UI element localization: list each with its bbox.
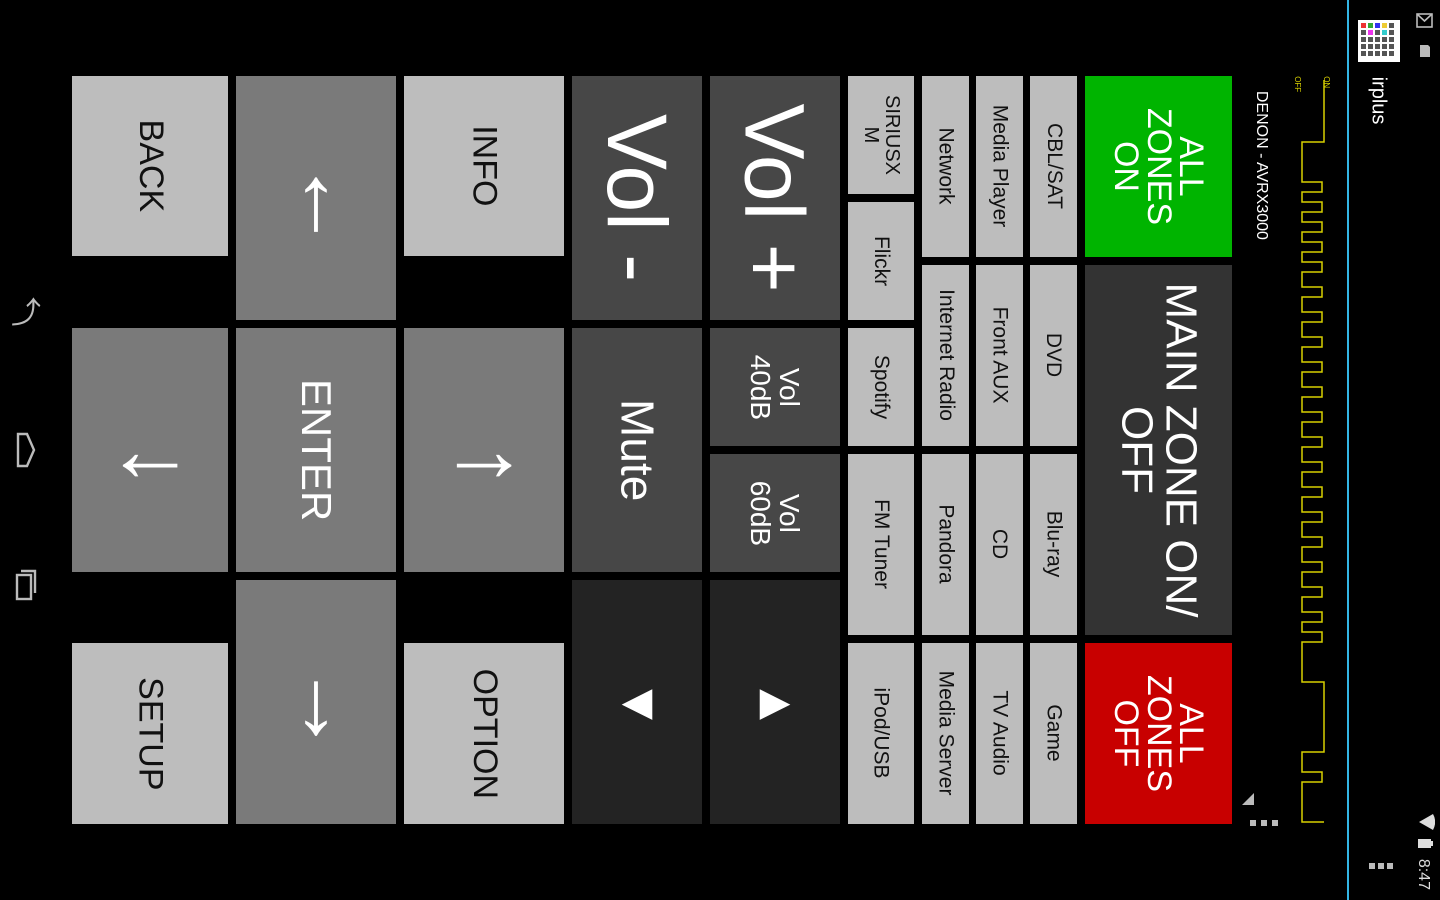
source-tv-audio-button[interactable]: TV Audio	[976, 643, 1023, 824]
triangle-left-icon: ◀	[621, 680, 653, 724]
android-home-icon[interactable]	[6, 428, 46, 472]
source-flickr-button[interactable]: Flickr	[848, 202, 914, 320]
app-logo-icon[interactable]	[1358, 20, 1400, 62]
vol-plus-button[interactable]: Vol +	[710, 76, 840, 320]
vol-60db-button[interactable]: Vol 60dB	[710, 454, 840, 572]
wifi-icon	[1415, 812, 1436, 832]
source-dvd-button[interactable]: DVD	[1030, 265, 1077, 446]
app-bar: irplus	[1349, 0, 1405, 900]
source-fm-tuner-button[interactable]: FM Tuner	[848, 454, 914, 635]
triangle-right-icon: ▶	[759, 680, 791, 724]
device-label: DENON - AVRX3000	[1253, 90, 1271, 240]
all-zones-off-button[interactable]: ALL ZONES OFF	[1085, 643, 1232, 824]
all-zones-on-button[interactable]: ALL ZONES ON	[1085, 76, 1232, 257]
source-bluray-button[interactable]: Blu-ray	[1030, 454, 1077, 635]
up-arrow-icon: ↑	[293, 147, 339, 249]
source-pandora-button[interactable]: Pandora	[922, 454, 969, 635]
overflow-dots-icon[interactable]	[1250, 815, 1280, 826]
mute-button[interactable]: Mute	[572, 328, 702, 572]
play-right-button[interactable]: ▶	[710, 580, 840, 824]
clock: 8:47	[1415, 858, 1433, 890]
right-arrow-button[interactable]: →	[404, 328, 564, 572]
source-ipod-usb-button[interactable]: iPod/USB	[848, 643, 914, 824]
ir-waveform	[1288, 72, 1336, 832]
menu-overflow-icon[interactable]	[1369, 858, 1393, 869]
notification-sd-icon	[1418, 44, 1432, 58]
source-spotify-button[interactable]: Spotify	[848, 328, 914, 446]
option-button[interactable]: OPTION	[404, 643, 564, 824]
waveform-off-label: OFF	[1293, 75, 1303, 92]
system-nav-bar: ⤴	[0, 0, 52, 900]
waveform-on-label: ON	[1322, 75, 1332, 88]
play-left-button[interactable]: ◀	[572, 580, 702, 824]
notification-mail-icon	[1416, 12, 1434, 30]
app-title: irplus	[1367, 76, 1390, 124]
down-arrow-icon: ↓	[293, 651, 339, 753]
battery-icon	[1417, 836, 1433, 850]
left-arrow-button[interactable]: ←	[72, 328, 228, 572]
main-zone-toggle-button[interactable]: MAIN ZONE ON/ OFF	[1085, 265, 1232, 635]
setup-button[interactable]: SETUP	[72, 643, 228, 824]
source-internet-radio-button[interactable]: Internet Radio	[922, 265, 969, 446]
info-button[interactable]: INFO	[404, 76, 564, 256]
corner-indicator-icon	[1242, 792, 1254, 805]
vol-minus-button[interactable]: Vol -	[572, 76, 702, 320]
source-siriusxm-button[interactable]: SIRIUSX M	[848, 76, 914, 194]
source-media-server-button[interactable]: Media Server	[922, 643, 969, 824]
vol-40db-button[interactable]: Vol 40dB	[710, 328, 840, 446]
android-back-icon[interactable]: ⤴	[6, 292, 46, 336]
source-media-player-button[interactable]: Media Player	[976, 76, 1023, 257]
source-game-button[interactable]: Game	[1030, 643, 1077, 824]
status-bar: 8:47	[1405, 0, 1440, 900]
enter-button[interactable]: ENTER	[236, 328, 396, 572]
source-network-button[interactable]: Network	[922, 76, 969, 257]
source-front-aux-button[interactable]: Front AUX	[976, 265, 1023, 446]
source-cbl-sat-button[interactable]: CBL/SAT	[1030, 76, 1077, 257]
source-cd-button[interactable]: CD	[976, 454, 1023, 635]
back-button[interactable]: BACK	[72, 76, 228, 256]
left-arrow-icon: ←	[104, 399, 196, 501]
down-arrow-button[interactable]: ↓	[236, 580, 396, 824]
right-arrow-icon: →	[438, 399, 530, 501]
up-arrow-button[interactable]: ↑	[236, 76, 396, 320]
android-recents-icon[interactable]	[6, 563, 46, 607]
